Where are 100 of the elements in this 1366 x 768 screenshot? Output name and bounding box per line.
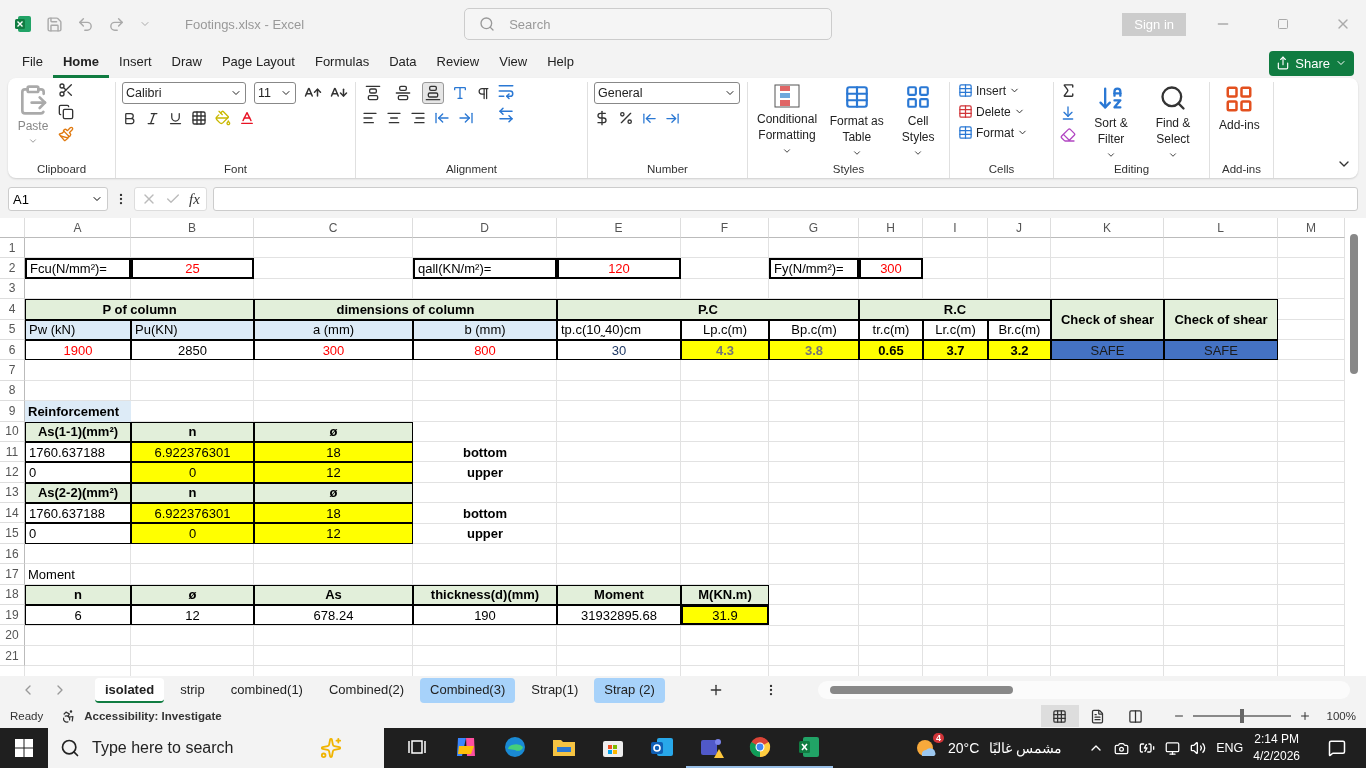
notifications-icon[interactable] [1328, 739, 1346, 757]
column-header[interactable]: A [25, 218, 131, 238]
column-header[interactable]: L [1164, 218, 1278, 238]
format-painter-icon[interactable] [58, 126, 74, 142]
row-header[interactable]: 4 [0, 299, 25, 320]
zoom-in-icon[interactable] [1298, 710, 1311, 722]
column-header[interactable]: J [988, 218, 1051, 238]
row-header[interactable]: 13 [0, 482, 25, 504]
editing-button[interactable]: Find & Select [1145, 82, 1201, 162]
bottom-align-icon[interactable] [422, 82, 444, 104]
merge-icon[interactable] [497, 106, 515, 124]
italic-icon[interactable] [145, 110, 160, 126]
sheet-tab[interactable]: strip [170, 677, 215, 703]
sheet-tab[interactable]: Combined(2) [318, 677, 415, 703]
sheet-tab[interactable]: Strap (2) [594, 677, 665, 703]
accessibility-status[interactable]: Accessibility: Investigate [84, 710, 222, 722]
eraser-icon[interactable] [1060, 127, 1077, 143]
spreadsheet-app-icon[interactable] [796, 735, 821, 759]
row-header[interactable]: 1 [0, 238, 25, 259]
menu-tab[interactable]: Help [537, 48, 584, 78]
browser-icon[interactable] [747, 735, 772, 759]
caret-icon[interactable] [782, 146, 792, 156]
caret-icon[interactable] [1106, 150, 1116, 160]
font-name-field[interactable]: Calibri [122, 82, 246, 104]
align-left-icon[interactable] [362, 110, 378, 126]
task-view-icon[interactable] [407, 738, 426, 756]
search-field[interactable]: Type here to search [90, 738, 310, 758]
row-header[interactable]: 11 [0, 441, 25, 463]
cells-button[interactable]: Delete [956, 103, 1030, 120]
name-box[interactable]: A1 [8, 187, 108, 211]
share-button[interactable]: Share [1269, 50, 1354, 76]
row-header[interactable]: 12 [0, 462, 25, 483]
orientation-icon[interactable] [452, 85, 468, 101]
cells-button[interactable]: Format [956, 124, 1030, 141]
column-header[interactable]: C [254, 218, 413, 238]
borders-icon[interactable] [191, 110, 207, 126]
row-header[interactable]: 15 [0, 523, 25, 544]
currency-icon[interactable] [594, 110, 610, 126]
cut-icon[interactable] [58, 82, 74, 98]
menu-tab[interactable]: Draw [161, 48, 212, 78]
row-header[interactable]: 5 [0, 319, 25, 340]
insert-function-button[interactable]: fx [189, 190, 200, 208]
caret-icon[interactable] [1168, 150, 1178, 160]
row-header[interactable]: 19 [0, 605, 25, 626]
column-header[interactable]: I [923, 218, 988, 238]
row-header[interactable]: 2 [0, 258, 25, 279]
menu-tab[interactable]: Data [379, 48, 427, 78]
row-header[interactable]: 6 [0, 339, 25, 361]
caret-icon[interactable] [913, 148, 924, 158]
style-button[interactable]: Cell Styles [893, 82, 943, 160]
wrap-text-icon[interactable] [497, 82, 515, 100]
row-header[interactable]: 8 [0, 380, 25, 402]
row-header[interactable]: 3 [0, 278, 25, 300]
column-header[interactable]: E [557, 218, 681, 238]
language-indicator[interactable]: ENG [1216, 741, 1244, 755]
volume-icon[interactable] [1190, 740, 1207, 756]
row-header[interactable]: 9 [0, 401, 25, 422]
increase-indent-icon[interactable] [458, 110, 474, 126]
bold-icon[interactable] [122, 110, 137, 126]
column-header[interactable]: B [131, 218, 254, 238]
paste-button[interactable]: Paste [14, 82, 52, 148]
number-format-field[interactable]: General [594, 82, 740, 104]
font-color-icon[interactable] [239, 110, 255, 126]
row-header[interactable]: 21 [0, 645, 25, 667]
menu-tab[interactable]: Formulas [304, 48, 380, 78]
underline-icon[interactable] [168, 110, 183, 126]
sheet-tab[interactable]: Combined(3) [420, 677, 516, 703]
menu-tab[interactable]: Insert [109, 48, 162, 78]
taskbar-search-bar[interactable]: Type here to search [48, 728, 384, 768]
align-center-icon[interactable] [386, 110, 402, 126]
column-header[interactable]: F [681, 218, 769, 238]
sheet-tab[interactable]: Strap(1) [521, 677, 589, 703]
battery-icon[interactable] [1139, 740, 1156, 756]
menu-tab[interactable]: File [12, 48, 53, 78]
column-header[interactable]: M [1278, 218, 1345, 238]
row-header[interactable]: 17 [0, 564, 25, 585]
formula-field[interactable] [212, 187, 1358, 211]
row-header[interactable]: 20 [0, 625, 25, 646]
row-header[interactable]: 16 [0, 543, 25, 565]
align-right-icon[interactable] [410, 110, 426, 126]
network-icon[interactable] [1165, 740, 1181, 756]
font-size-field[interactable]: 11 [254, 82, 296, 104]
view-button[interactable] [1040, 705, 1079, 727]
start-icon[interactable] [15, 739, 33, 757]
horizontal-scrollbar[interactable] [817, 681, 1350, 699]
column-header[interactable]: K [1051, 218, 1164, 238]
copy-icon[interactable] [58, 104, 74, 120]
style-button[interactable]: Conditional Formatting [754, 82, 821, 158]
caret-icon[interactable] [851, 148, 862, 158]
add-ins-button[interactable]: Add-ins [1216, 82, 1263, 135]
menu-tab[interactable]: Page Layout [211, 48, 305, 78]
decrease-indent-icon[interactable] [434, 110, 450, 126]
camera-icon[interactable] [1114, 740, 1130, 756]
mail-app-icon[interactable] [649, 736, 674, 758]
column-header[interactable]: G [769, 218, 859, 238]
sheet-tab[interactable]: combined(1) [220, 677, 313, 703]
row-header[interactable]: 10 [0, 421, 25, 442]
sheet-tab[interactable]: isolated [95, 677, 165, 703]
text-direction-icon[interactable] [476, 85, 491, 101]
editing-button[interactable]: Sort & Filter [1083, 82, 1139, 162]
